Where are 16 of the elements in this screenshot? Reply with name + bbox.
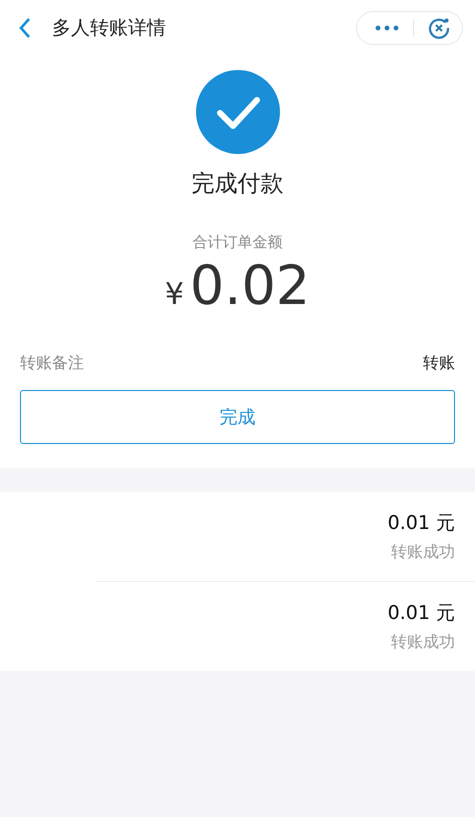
amount-label: 合计订单金额 <box>192 233 282 252</box>
currency-symbol: ¥ <box>164 277 184 312</box>
transfer-amount: 0.01 元 <box>388 511 455 536</box>
transfer-status: 转账成功 <box>391 632 455 653</box>
done-button[interactable]: 完成 <box>20 390 455 444</box>
more-icon[interactable] <box>375 24 399 30</box>
success-check-icon <box>196 70 280 154</box>
close-icon[interactable] <box>428 16 450 38</box>
result-title: 完成付款 <box>192 170 284 199</box>
transfer-status: 转账成功 <box>391 542 455 563</box>
total-amount: 0.02 <box>190 254 310 317</box>
remark-value: 转账 <box>423 353 455 374</box>
remark-label: 转账备注 <box>20 353 84 374</box>
page-title: 多人转账详情 <box>52 16 167 40</box>
back-icon[interactable] <box>18 16 32 38</box>
transfer-amount: 0.01 元 <box>388 601 455 626</box>
